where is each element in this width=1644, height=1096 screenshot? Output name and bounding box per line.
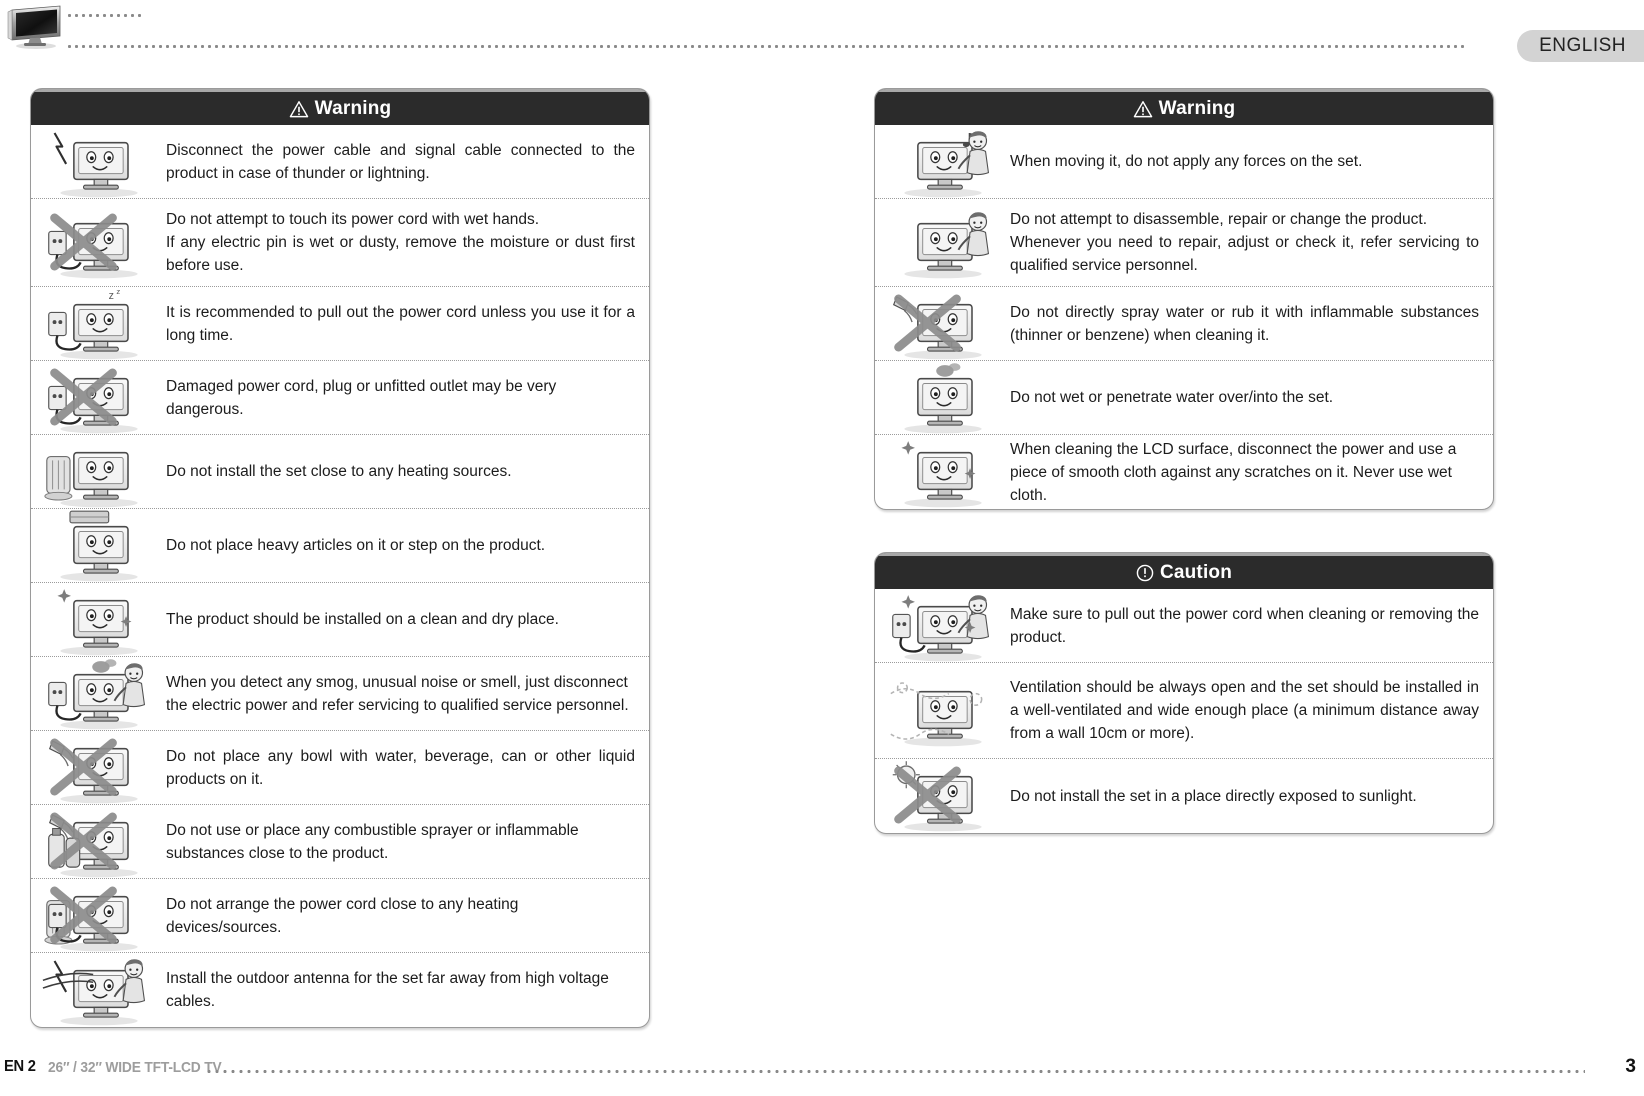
safety-row: When cleaning the LCD surface, disconnec…	[875, 435, 1493, 509]
language-tab-label: ENGLISH	[1539, 35, 1626, 56]
safety-row: Do not wet or penetrate water over/into …	[875, 361, 1493, 435]
clean-lcd-cloth-illustration	[875, 434, 1010, 509]
liquid-on-tv-crossed-illustration	[31, 730, 166, 806]
safety-row-text: When moving it, do not apply any forces …	[1010, 153, 1363, 170]
safety-row: Do not use or place any combustible spra…	[31, 805, 649, 879]
page-header: ENGLISH	[0, 0, 1644, 72]
safety-row-text: Do not attempt to touch its power cord w…	[166, 211, 635, 274]
cord-near-heater-crossed-illustration	[31, 878, 166, 954]
safety-row: Do not place any bowl with water, bevera…	[31, 731, 649, 805]
safety-row-text: Do not place any bowl with water, bevera…	[166, 747, 635, 788]
safety-row-text: Ventilation should be always open and th…	[1010, 679, 1479, 742]
safety-row: Do not directly spray water or rub it wi…	[875, 287, 1493, 361]
warning-triangle-icon	[1133, 100, 1153, 118]
footer-page-number: 3	[1625, 1056, 1636, 1077]
safety-row-text: It is recommended to pull out the power …	[166, 303, 635, 344]
safety-row-text: Do not attempt to disassemble, repair or…	[1010, 211, 1479, 274]
panel-body-caution-right: Make sure to pull out the power cord whe…	[875, 589, 1493, 833]
svg-text:z: z	[116, 287, 120, 296]
pull-cord-cleaning-illustration	[875, 588, 1010, 664]
clean-dry-place-illustration	[31, 582, 166, 658]
header-dots-short	[66, 14, 144, 17]
safety-row: When you detect any smog, unusual noise …	[31, 657, 649, 731]
safety-row: Do not install the set close to any heat…	[31, 435, 649, 509]
safety-row: Make sure to pull out the power cord whe…	[875, 589, 1493, 663]
ventilation-airflow-illustration	[875, 673, 1010, 749]
tv-icon	[6, 4, 62, 50]
footer-model-label: 26″ / 32″ WIDE TFT-LCD TV	[48, 1059, 222, 1076]
warning-triangle-icon	[289, 100, 309, 118]
safety-row-text: When you detect any smog, unusual noise …	[166, 673, 629, 714]
safety-row-text: Do not install the set close to any heat…	[166, 463, 512, 480]
safety-row-text: Do not install the set in a place direct…	[1010, 787, 1417, 805]
disassemble-repair-illustration	[875, 205, 1010, 281]
panel-caution-right: Caution Make sure to pull out the power c…	[874, 552, 1494, 834]
safety-row-text: Make sure to pull out the power cord whe…	[1010, 605, 1479, 646]
panel-body-warning-right: When moving it, do not apply any forces …	[875, 125, 1493, 509]
moving-tv-carefully-illustration	[875, 124, 1010, 200]
safety-row: Do not install the set in a place direct…	[875, 759, 1493, 833]
caution-circle-icon	[1136, 564, 1154, 582]
panel-header-warning-right: Warning	[875, 89, 1493, 125]
safety-row: The product should be installed on a cle…	[31, 583, 649, 657]
safety-row: Damaged power cord, plug or unfitted out…	[31, 361, 649, 435]
safety-row: Install the outdoor antenna for the set …	[31, 953, 649, 1027]
panel-warning-left: Warning Disconnect the power cable and si…	[30, 88, 650, 1028]
tv-lightning-illustration	[31, 124, 166, 200]
damaged-plug-crossed-illustration	[31, 360, 166, 436]
header-dots-long	[66, 45, 1466, 48]
safety-row: Disconnect the power cable and signal ca…	[31, 125, 649, 199]
safety-row: z z It is recommended to pull out the powe…	[31, 287, 649, 361]
safety-row: Do not attempt to touch its power cord w…	[31, 199, 649, 287]
smoke-smell-unplug-illustration	[31, 656, 166, 732]
language-tab[interactable]: ENGLISH	[1517, 30, 1644, 62]
safety-row-text: Do not directly spray water or rub it wi…	[1010, 303, 1479, 344]
safety-row-text: Install the outdoor antenna for the set …	[166, 970, 609, 1010]
safety-row-text: Damaged power cord, plug or unfitted out…	[166, 377, 557, 418]
outdoor-antenna-high-voltage-illustration	[31, 952, 166, 1027]
heater-near-tv-illustration	[31, 434, 166, 510]
spray-inflammable-crossed-illustration	[875, 286, 1010, 362]
wet-tv-smoke-illustration	[875, 360, 1010, 436]
sleeping-tv-unplug-illustration: zz	[31, 286, 166, 362]
safety-row-text: Do not arrange the power cord close to a…	[166, 895, 519, 936]
safety-row: Do not arrange the power cord close to a…	[31, 879, 649, 953]
panel-title: Warning	[1158, 97, 1236, 119]
wet-hands-plug-crossed-illustration	[31, 205, 166, 281]
safety-row-text: Do not use or place any combustible spra…	[166, 821, 579, 862]
safety-row: When moving it, do not apply any forces …	[875, 125, 1493, 199]
svg-text:z: z	[108, 289, 113, 301]
combustible-sprayer-crossed-illustration	[31, 804, 166, 880]
safety-row: Do not attempt to disassemble, repair or…	[875, 199, 1493, 287]
safety-row: Ventilation should be always open and th…	[875, 663, 1493, 759]
safety-row-text: Disconnect the power cable and signal ca…	[166, 141, 635, 182]
panel-title: Caution	[1159, 561, 1233, 583]
safety-row: Do not place heavy articles on it or ste…	[31, 509, 649, 583]
safety-row-text: When cleaning the LCD surface, disconnec…	[1010, 440, 1457, 504]
panel-header-warning-left: Warning	[31, 89, 649, 125]
panel-title: Warning	[314, 97, 392, 119]
heavy-articles-on-tv-illustration	[31, 508, 166, 584]
safety-row-text: Do not wet or penetrate water over/into …	[1010, 389, 1334, 406]
direct-sunlight-crossed-illustration	[875, 758, 1010, 833]
panel-header-caution-right: Caution	[875, 553, 1493, 589]
footer-dots	[205, 1070, 1585, 1073]
footer-en-label: EN 2	[4, 1058, 36, 1075]
safety-row-text: Do not place heavy articles on it or ste…	[166, 537, 546, 554]
panel-warning-right: Warning When moving it, do not apply any …	[874, 88, 1494, 510]
safety-row-text: The product should be installed on a cle…	[166, 611, 559, 628]
panel-body-warning-left: Disconnect the power cable and signal ca…	[31, 125, 649, 1027]
page-footer: EN 2 26″ / 32″ WIDE TFT-LCD TV 3	[0, 1056, 1644, 1082]
